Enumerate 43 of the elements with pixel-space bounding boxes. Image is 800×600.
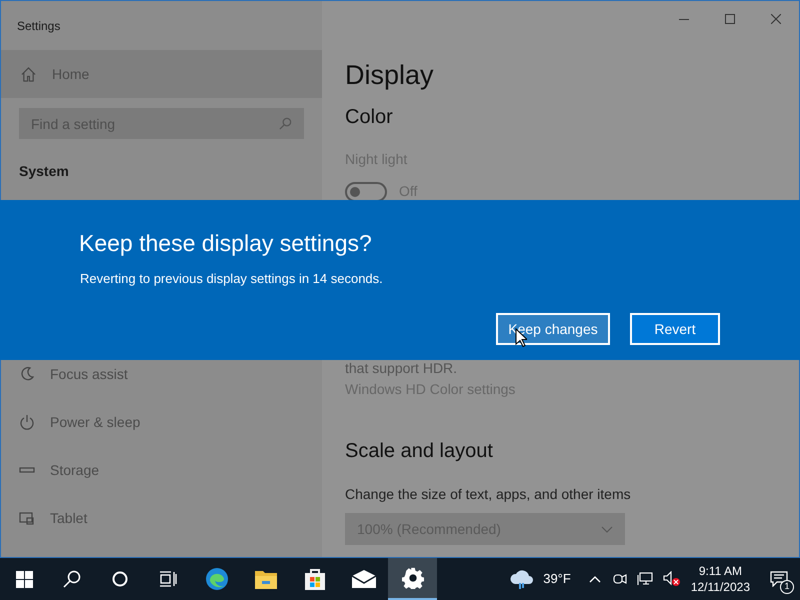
section-heading: Scale and layout [345, 439, 493, 464]
dialog-title: Keep these display settings? [79, 229, 372, 258]
chevron-up-icon[interactable] [588, 575, 601, 583]
close-icon [771, 14, 781, 24]
folder-icon [254, 568, 278, 590]
nav-item[interactable]: Tablet [1, 494, 322, 542]
maximize-icon [725, 14, 735, 24]
windows-logo-icon [16, 570, 32, 588]
window-title: Settings [17, 18, 60, 34]
gear-icon [402, 567, 424, 589]
dialog-button[interactable]: Revert [630, 313, 720, 345]
setting-label: Change the size of text, apps, and other items [345, 485, 631, 504]
edge-icon [204, 567, 228, 591]
minimize-icon [679, 18, 689, 20]
task-view-icon [159, 571, 177, 587]
network-icon[interactable] [636, 572, 653, 586]
chevron-down-icon [601, 526, 613, 532]
search-icon [63, 570, 81, 588]
circle-icon [112, 571, 128, 587]
clock-date[interactable]: 12/11/2023 [690, 579, 750, 595]
notification-badge: 1 [780, 580, 794, 594]
clock-time[interactable]: 9:11 AM [698, 563, 742, 579]
camera-icon[interactable] [612, 572, 627, 586]
home-icon [21, 66, 36, 82]
taskbar-app[interactable] [388, 558, 437, 600]
hdr-description: that support HDR. [345, 359, 458, 378]
nav-item[interactable]: Focus assist [1, 350, 322, 398]
tablet-icon [19, 510, 35, 526]
mail-icon [350, 569, 376, 589]
notification-icon[interactable] [770, 571, 788, 587]
nav-item[interactable]: Power & sleep [1, 398, 322, 446]
power-icon [19, 414, 35, 430]
section-heading: Color [345, 105, 393, 129]
page-title: Display [345, 59, 434, 91]
store-icon [302, 567, 326, 591]
weather-temperature[interactable]: 39°F [543, 569, 571, 589]
cloud-icon [509, 568, 536, 590]
moon-icon [19, 366, 35, 382]
muted-speaker-icon[interactable] [662, 571, 681, 587]
dialog-message: Reverting to previous display settings in 14 seconds. [80, 270, 383, 288]
nav-item[interactable]: Storage [1, 446, 322, 494]
search-icon [279, 117, 292, 130]
section-heading: System [19, 163, 69, 179]
